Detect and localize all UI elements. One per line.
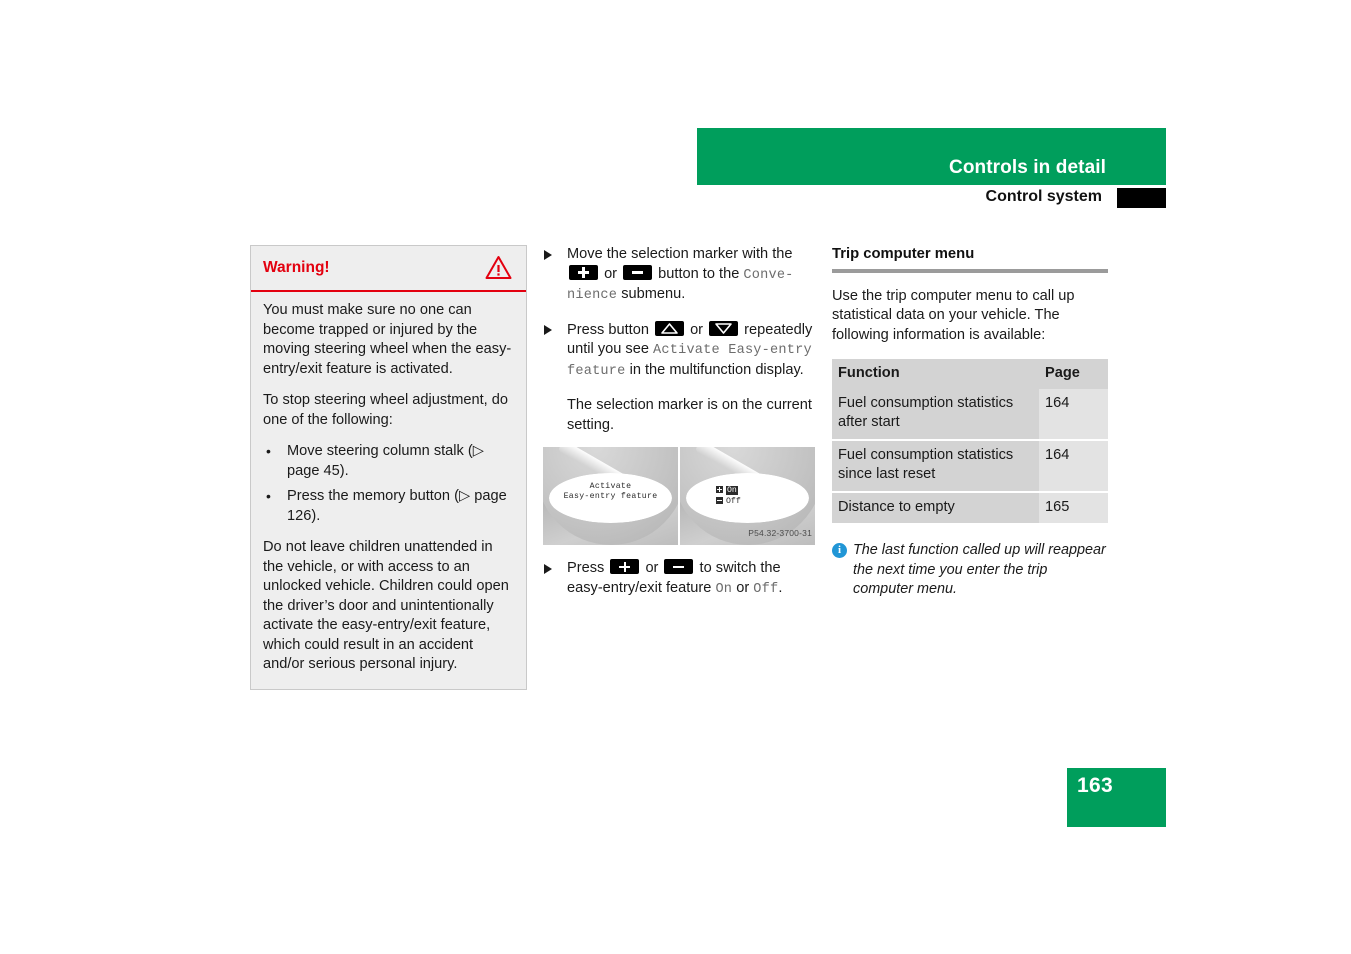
step-arrow-icon bbox=[544, 563, 552, 574]
step3-middle: or bbox=[736, 579, 750, 596]
step1-text-part2: button to the bbox=[658, 265, 740, 282]
trip-computer-title: Trip computer menu bbox=[832, 246, 975, 262]
instruction-step-2: Press button or repeatedly until you see… bbox=[541, 320, 815, 382]
display-line-1: Activate bbox=[589, 482, 632, 491]
list-item-label: Move steering column stalk (▷ page 45). bbox=[287, 443, 484, 479]
plus-mini-icon bbox=[716, 486, 723, 493]
function-page-table: Function Page Fuel consumption statistic… bbox=[832, 359, 1108, 525]
figure-panel-left: Activate Easy-entry feature bbox=[543, 447, 678, 545]
step3-period: . bbox=[778, 579, 783, 596]
minus-button-icon bbox=[664, 559, 694, 574]
step3-text-part1: Press bbox=[567, 560, 605, 576]
display-options-list: On Off bbox=[716, 485, 741, 507]
step1-conjunction: or bbox=[604, 265, 618, 282]
list-item: • Press the memory button (▷ page 126). bbox=[263, 487, 513, 526]
trip-computer-note: i The last function called up will reapp… bbox=[832, 541, 1108, 600]
display-option-off-row: Off bbox=[716, 496, 741, 507]
step-arrow-icon bbox=[544, 249, 552, 260]
manual-page: Controls in detail Control system Warnin… bbox=[0, 0, 1351, 954]
instruction-step-list: Move the selection marker with the or bu… bbox=[541, 245, 815, 381]
column-header-page: Page bbox=[1039, 359, 1108, 389]
display-option-on: On bbox=[726, 486, 738, 495]
cell-function: Distance to empty bbox=[832, 491, 1039, 524]
minus-button-icon bbox=[623, 264, 653, 280]
list-item: • Move steering column stalk (▷ page 45). bbox=[263, 442, 513, 481]
warning-box: Warning! You must make sure no one can b… bbox=[250, 245, 527, 690]
step2-conjunction: or bbox=[690, 321, 704, 338]
bullet-glyph: • bbox=[266, 488, 271, 504]
table-row: Fuel consumption statistics after start … bbox=[832, 388, 1108, 440]
figure-panel-right: On Off P54.32-3700-31 bbox=[680, 447, 815, 545]
note-text: The last function called up will reappea… bbox=[853, 542, 1106, 597]
middle-column: Move the selection marker with the or bu… bbox=[541, 245, 815, 614]
cell-page: 164 bbox=[1039, 388, 1108, 440]
display-lens-shape: On Off bbox=[686, 473, 809, 523]
display-screen-text: Activate Easy-entry feature bbox=[549, 482, 672, 502]
display-option-on-row: On bbox=[716, 485, 741, 496]
plus-button-icon bbox=[610, 559, 640, 574]
step1-text-part1: Move the selection marker with the bbox=[567, 246, 793, 262]
step2-text-part3: in the multifunction display. bbox=[629, 361, 804, 378]
bullet-glyph: • bbox=[266, 443, 271, 459]
up-arrow-button-icon bbox=[655, 320, 684, 336]
step3-conjunction: or bbox=[645, 560, 659, 576]
warning-triangle-icon bbox=[485, 255, 512, 280]
info-icon: i bbox=[832, 543, 847, 558]
warning-body: You must make sure no one can become tra… bbox=[251, 292, 526, 689]
page-title: Controls in detail bbox=[949, 157, 1106, 178]
display-line-2: Easy-entry feature bbox=[563, 492, 658, 501]
warning-title: Warning! bbox=[263, 259, 330, 276]
cell-page: 165 bbox=[1039, 491, 1108, 524]
header-subtitle-row: Control system bbox=[697, 188, 1166, 210]
cell-function: Fuel consumption statistics after start bbox=[832, 388, 1039, 440]
warning-header: Warning! bbox=[251, 246, 526, 292]
instruction-step-3: Press or to switch the easy-entry/exit f… bbox=[541, 559, 815, 599]
plus-button-icon bbox=[569, 264, 598, 280]
selection-marker-note: The selection marker is on the current s… bbox=[567, 397, 812, 433]
page-number-box: 163 bbox=[1067, 768, 1166, 827]
down-arrow-button-icon bbox=[709, 320, 739, 336]
step3-value-on: On bbox=[715, 581, 733, 597]
section-divider bbox=[832, 268, 1108, 273]
figure-caption: P54.32-3700-31 bbox=[748, 527, 812, 538]
table-row: Distance to empty 165 bbox=[832, 491, 1108, 524]
table-header-row: Function Page bbox=[832, 359, 1108, 389]
warning-bullet-list: • Move steering column stalk (▷ page 45).… bbox=[263, 442, 513, 526]
multifunction-display-figure: Activate Easy-entry feature On Off P54.3… bbox=[543, 447, 816, 545]
step-arrow-icon bbox=[544, 325, 552, 335]
section-subtitle: Control system bbox=[985, 188, 1102, 205]
minus-mini-icon bbox=[716, 497, 723, 504]
warning-paragraph-2: To stop steering wheel adjustment, do on… bbox=[263, 392, 508, 428]
right-column: Trip computer menu Use the trip computer… bbox=[832, 245, 1108, 600]
left-column: Warning! You must make sure no one can b… bbox=[250, 245, 527, 690]
warning-paragraph-3: Do not leave children unattended in the … bbox=[263, 539, 509, 672]
table-row: Fuel consumption statistics since last r… bbox=[832, 439, 1108, 492]
page-number: 163 bbox=[1077, 774, 1113, 797]
step2-text-part1: Press button bbox=[567, 321, 649, 338]
display-lens-shape: Activate Easy-entry feature bbox=[549, 473, 672, 523]
instruction-step-1: Move the selection marker with the or bu… bbox=[541, 245, 815, 306]
warning-paragraph-1: You must make sure no one can become tra… bbox=[263, 302, 512, 377]
step1-text-part3: submenu. bbox=[621, 286, 686, 302]
instruction-step-list-2: Press or to switch the easy-entry/exit f… bbox=[541, 559, 815, 599]
trip-computer-intro: Use the trip computer menu to call up st… bbox=[832, 287, 1075, 343]
header-green-bar: Controls in detail bbox=[697, 128, 1166, 185]
list-item-label: Press the memory button (▷ page 126). bbox=[287, 488, 507, 524]
chapter-thumb-index-tab bbox=[1117, 188, 1166, 208]
display-option-off: Off bbox=[726, 497, 741, 506]
cell-function: Fuel consumption statistics since last r… bbox=[832, 439, 1039, 492]
cell-page: 164 bbox=[1039, 439, 1108, 492]
step3-value-off: Off bbox=[753, 581, 779, 597]
column-header-function: Function bbox=[832, 359, 1039, 389]
